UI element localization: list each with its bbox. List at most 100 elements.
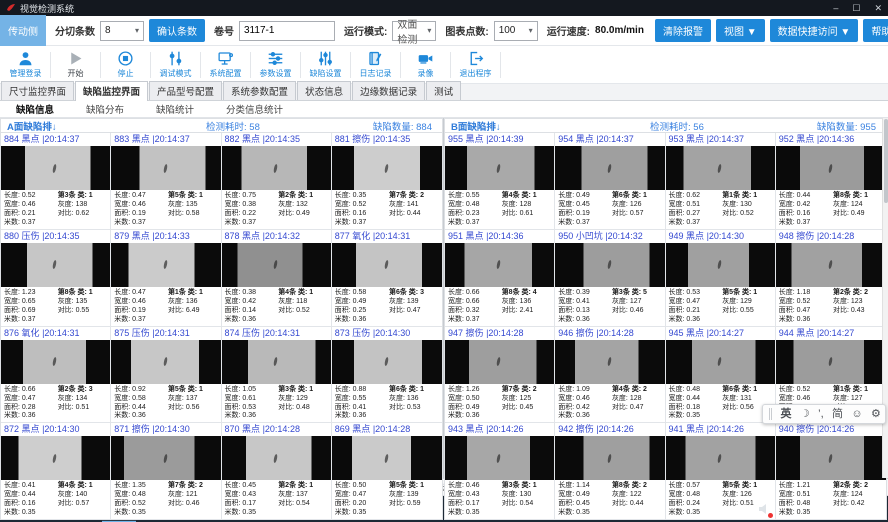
emoji-icon[interactable]: ☺ [851,409,862,420]
ime-toolbar[interactable]: 英 ☽ ’, 简 ☺ ⚙ [762,404,886,424]
defect-image[interactable] [555,340,664,384]
defect-image[interactable] [666,243,775,287]
defect-cell[interactable]: 955 黑点 |20:14:39 长度: 0.55 宽度: 0.48 面积: 0… [445,133,555,230]
clear-alarm-button[interactable]: 清除报警 [655,19,711,42]
confirm-count-button[interactable]: 确认条数 [149,19,205,42]
defect-cell[interactable]: 879 黑点 |20:14:33 长度: 0.47 宽度: 0.46 面积: 0… [111,230,221,327]
run-mode-select[interactable]: 双面检测▾ [392,21,436,41]
defect-image[interactable] [445,436,554,480]
defect-cell[interactable]: 877 氧化 |20:14:31 长度: 0.58 宽度: 0.49 面积: 0… [332,230,442,327]
defect-cell[interactable]: 953 黑点 |20:14:37 长度: 0.62 宽度: 0.51 面积: 0… [666,133,776,230]
defect-cell[interactable]: 954 黑点 |20:14:37 长度: 0.49 宽度: 0.45 面积: 0… [555,133,665,230]
defect-image[interactable] [111,340,220,384]
defect-cell[interactable]: 943 黑点 |20:14:26 长度: 0.46 宽度: 0.43 面积: 0… [445,423,555,520]
drag-handle-icon[interactable] [769,408,772,420]
defect-cell[interactable]: 880 压伤 |20:14:35 长度: 1.23 宽度: 0.65 面积: 0… [1,230,111,327]
drive-side-button[interactable]: 传动侧 [0,15,46,46]
record-video-button[interactable]: 录像 [402,50,449,79]
subtab-defect-statistics[interactable]: 缺陷统计 [140,100,210,118]
defect-cell[interactable]: 951 黑点 |20:14:36 长度: 0.66 宽度: 0.66 面积: 0… [445,230,555,327]
defect-image[interactable] [1,146,110,190]
tab-test[interactable]: 测试 [426,81,461,100]
parameter-settings-button[interactable]: 参数设置 [252,50,299,79]
defect-cell[interactable]: 873 压伤 |20:14:30 长度: 0.88 宽度: 0.55 面积: 0… [332,327,442,424]
defect-cell[interactable]: 946 擦伤 |20:14:28 长度: 1.09 宽度: 0.46 面积: 0… [555,327,665,424]
panel-b-title[interactable]: B面缺陷排↓ [451,119,650,133]
defect-cell[interactable]: 872 黑点 |20:14:30 长度: 0.41 宽度: 0.44 面积: 0… [1,423,111,520]
defect-cell[interactable]: 878 黑点 |20:14:32 长度: 0.38 宽度: 0.42 面积: 0… [222,230,332,327]
defect-cell[interactable]: 882 黑点 |20:14:35 长度: 0.75 宽度: 0.38 面积: 0… [222,133,332,230]
punctuation-icon[interactable]: ’, [818,409,824,420]
subtab-defect-distribution[interactable]: 缺陷分布 [70,100,140,118]
close-button[interactable]: ✕ [874,3,882,14]
tab-status-info[interactable]: 状态信息 [297,81,351,100]
defect-cell[interactable]: 948 擦伤 |20:14:28 长度: 1.18 宽度: 0.52 面积: 0… [776,230,886,327]
ime-english-toggle[interactable]: 英 [781,409,792,420]
defect-image[interactable] [1,243,110,287]
defect-cell[interactable]: 881 擦伤 |20:14:35 长度: 0.35 宽度: 0.52 面积: 0… [332,133,442,230]
start-button[interactable]: 开始 [52,50,99,79]
defect-image[interactable] [111,146,220,190]
debug-mode-button[interactable]: 调试模式 [152,50,199,79]
defect-image[interactable] [776,243,886,287]
roll-number-input[interactable] [239,21,335,41]
defect-image[interactable] [776,146,886,190]
help-menu-button[interactable]: 帮助 ▼ [863,19,888,42]
tab-defect-monitor[interactable]: 缺陷监控界面 [75,81,148,101]
chart-points-select[interactable]: 100▾ [494,21,538,41]
defect-image[interactable] [555,243,664,287]
defect-image[interactable] [445,146,554,190]
stop-button[interactable]: 停止 [102,50,149,79]
minimize-button[interactable]: – [833,3,838,13]
subtab-class-info-statistics[interactable]: 分类信息统计 [210,100,299,118]
system-config-button[interactable]: 系统配置 [202,50,249,79]
defect-cell[interactable]: 940 擦伤 |20:14:26 长度: 1.21 宽度: 0.51 面积: 0… [776,423,886,520]
defect-image[interactable] [666,436,775,480]
defect-image[interactable] [666,146,775,190]
ime-simplified-toggle[interactable]: 简 [832,409,843,420]
volume-indicator[interactable] [758,503,770,517]
subtab-defect-info[interactable]: 缺陷信息 [0,100,70,118]
defect-cell[interactable]: 869 黑点 |20:14:28 长度: 0.50 宽度: 0.47 面积: 0… [332,423,442,520]
defect-settings-button[interactable]: 缺陷设置 [302,50,349,79]
defect-cell[interactable]: 883 黑点 |20:14:37 长度: 0.47 宽度: 0.46 面积: 0… [111,133,221,230]
defect-image[interactable] [222,243,331,287]
defect-image[interactable] [222,340,331,384]
defect-image[interactable] [776,436,886,480]
tab-size-monitor[interactable]: 尺寸监控界面 [1,81,74,100]
slit-count-select[interactable]: 8▾ [100,21,144,41]
gear-icon[interactable]: ⚙ [871,409,881,420]
defect-image[interactable] [111,436,220,480]
defect-cell[interactable]: 949 黑点 |20:14:30 长度: 0.53 宽度: 0.47 面积: 0… [666,230,776,327]
defect-cell[interactable]: 875 压伤 |20:14:31 长度: 0.92 宽度: 0.58 面积: 0… [111,327,221,424]
defect-cell[interactable]: 952 黑点 |20:14:36 长度: 0.44 宽度: 0.42 面积: 0… [776,133,886,230]
defect-image[interactable] [555,436,664,480]
defect-cell[interactable]: 947 擦伤 |20:14:28 长度: 1.26 宽度: 0.50 面积: 0… [445,327,555,424]
defect-image[interactable] [222,436,331,480]
defect-image[interactable] [332,243,442,287]
defect-image[interactable] [332,146,442,190]
defect-image[interactable] [111,243,220,287]
view-menu-button[interactable]: 视图 ▼ [716,19,765,42]
defect-cell[interactable]: 884 黑点 |20:14:37 长度: 0.52 宽度: 0.46 面积: 0… [1,133,111,230]
tab-product-model-config[interactable]: 产品型号配置 [149,81,222,100]
tab-edge-data-record[interactable]: 边缘数据记录 [352,81,425,100]
admin-login-button[interactable]: 管理登录 [2,50,49,79]
defect-image[interactable] [555,146,664,190]
defect-image[interactable] [332,436,442,480]
defect-cell[interactable]: 871 擦伤 |20:14:30 长度: 1.35 宽度: 0.48 面积: 0… [111,423,221,520]
moon-icon[interactable]: ☽ [800,409,810,420]
data-quick-access-menu-button[interactable]: 数据快捷访问 ▼ [770,19,859,42]
defect-image[interactable] [1,340,110,384]
vertical-scrollbar[interactable] [882,118,888,478]
defect-image[interactable] [332,340,442,384]
defect-cell[interactable]: 870 黑点 |20:14:28 长度: 0.45 宽度: 0.43 面积: 0… [222,423,332,520]
panel-a-title[interactable]: A面缺陷排↓ [7,119,206,133]
maximize-button[interactable]: ☐ [852,3,860,14]
defect-cell[interactable]: 876 氧化 |20:14:31 长度: 0.66 宽度: 0.47 面积: 0… [1,327,111,424]
defect-cell[interactable]: 950 小凹坑 |20:14:32 长度: 0.39 宽度: 0.41 面积: … [555,230,665,327]
defect-image[interactable] [445,340,554,384]
exit-program-button[interactable]: 退出程序 [452,50,499,79]
defect-image[interactable] [776,340,886,384]
defect-cell[interactable]: 942 擦伤 |20:14:26 长度: 1.14 宽度: 0.49 面积: 0… [555,423,665,520]
